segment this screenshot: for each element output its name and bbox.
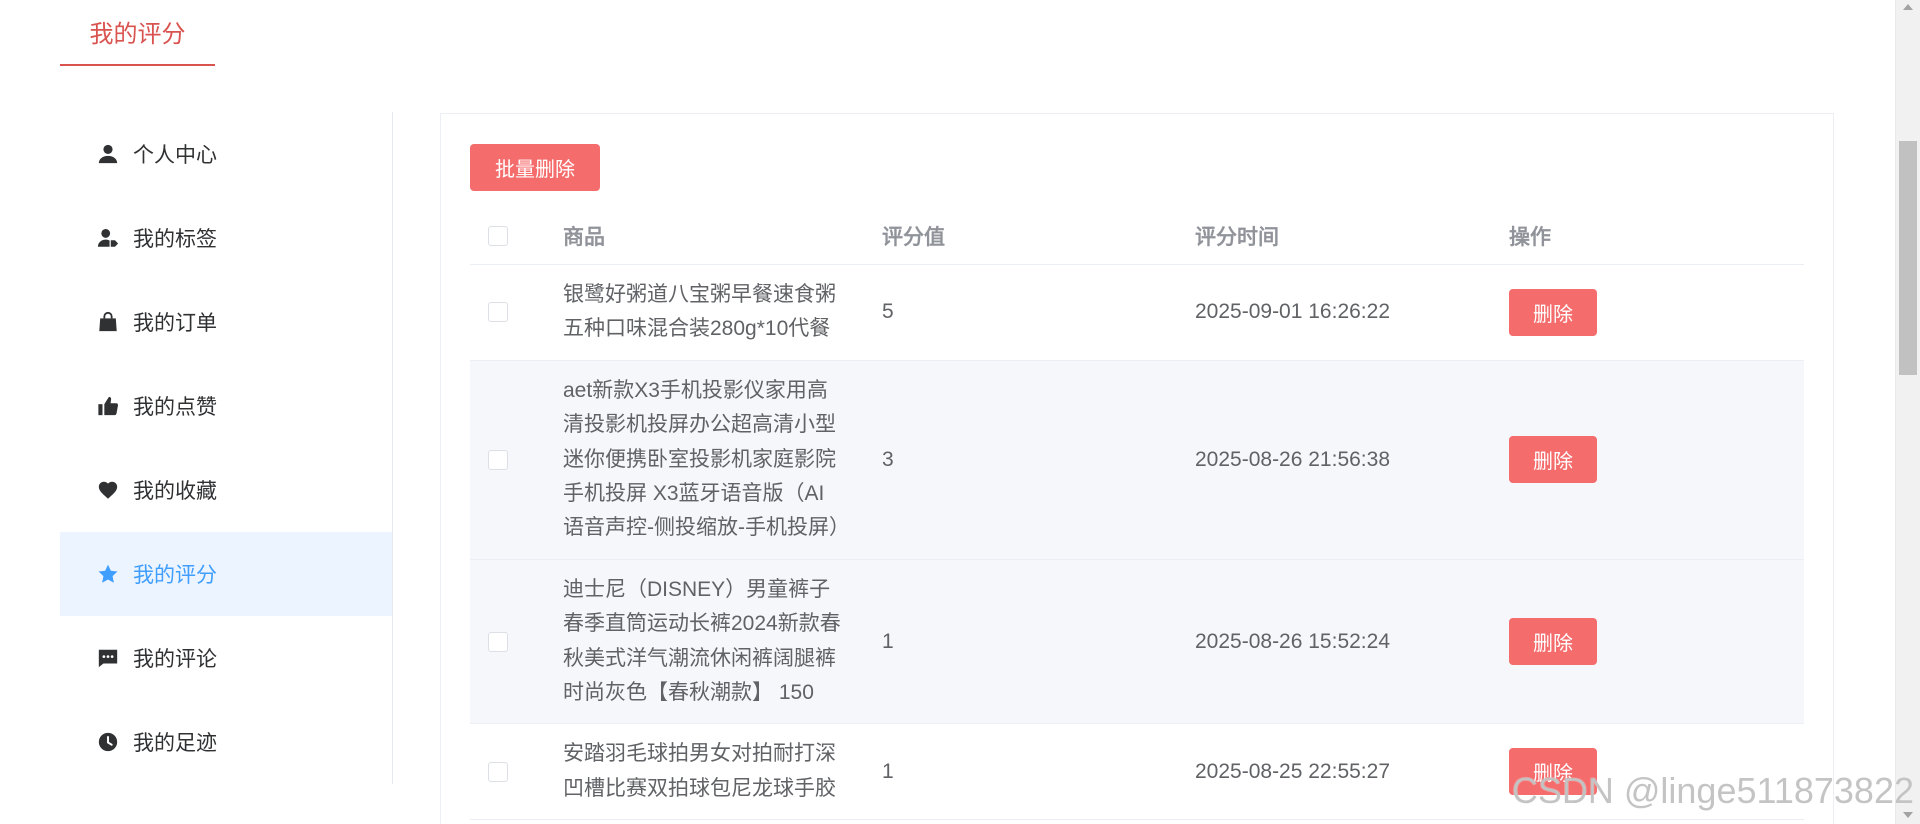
table-row: aet新款X3手机投影仪家用高清投影机投屏办公超高清小型迷你便携卧室投影机家庭影… (470, 360, 1804, 560)
batch-delete-button[interactable]: 批量删除 (470, 144, 600, 191)
user-icon (97, 143, 119, 165)
ratings-table: 商品 评分值 评分时间 操作 银鹭好粥道八宝粥早餐速食粥五种口味混合装280g*… (470, 208, 1804, 821)
delete-button[interactable]: 删除 (1509, 748, 1597, 796)
rating-time: 2025-08-26 15:52:24 (1195, 629, 1390, 653)
row-actions: 删除 (1497, 618, 1804, 666)
scroll-down-arrow-icon[interactable] (1903, 812, 1913, 818)
row-select-cell (470, 631, 550, 652)
table-row: 安踏羽毛球拍男女对拍耐打深凹槽比赛双拍球包尼龙球手胶 1 2025-08-25 … (470, 724, 1804, 821)
user-tag-icon (97, 227, 119, 249)
sidebar-item-label: 我的订单 (133, 312, 217, 335)
row-checkbox[interactable] (488, 631, 508, 652)
sidebar-item-label: 我的评分 (133, 564, 217, 587)
sidebar-item-label: 个人中心 (133, 144, 217, 167)
table-row: 银鹭好粥道八宝粥早餐速食粥五种口味混合装280g*10代餐 5 2025-09-… (470, 265, 1804, 361)
sidebar-item-orders[interactable]: 我的订单 (60, 280, 392, 364)
sidebar: 个人中心 我的标签 我的订单 我的点赞 我的收藏 我的评分 我的评论 我的足迹 (60, 112, 393, 784)
row-actions: 删除 (1497, 748, 1804, 796)
product-name: 迪士尼（DISNEY）男童裤子春季直筒运动长裤2024新款春秋美式洋气潮流休闲裤… (563, 577, 841, 705)
rating-value: 5 (882, 300, 894, 324)
thumbs-up-icon (97, 395, 119, 417)
rating-value: 1 (882, 759, 894, 783)
product-name: 安踏羽毛球拍男女对拍耐打深凹槽比赛双拍球包尼龙球手胶 (563, 742, 836, 800)
sidebar-item-tags[interactable]: 我的标签 (60, 196, 392, 280)
row-select-cell (470, 302, 550, 323)
ratings-panel: 批量删除 商品 评分值 评分时间 操作 银鹭好粥道八宝粥早餐速食粥五种口味混合装… (440, 113, 1834, 824)
rating-value: 1 (882, 629, 894, 653)
sidebar-item-label: 我的足迹 (133, 732, 217, 755)
sidebar-item-profile[interactable]: 个人中心 (60, 112, 392, 196)
vertical-scrollbar[interactable] (1895, 0, 1920, 824)
row-checkbox[interactable] (488, 449, 508, 470)
select-all-checkbox[interactable] (488, 226, 508, 246)
row-checkbox[interactable] (488, 302, 508, 323)
sidebar-item-ratings[interactable]: 我的评分 (60, 532, 392, 616)
sidebar-item-label: 我的点赞 (133, 396, 217, 419)
scroll-up-arrow-icon[interactable] (1903, 4, 1913, 10)
scrollbar-thumb[interactable] (1899, 141, 1917, 375)
table-header: 商品 评分值 评分时间 操作 (470, 208, 1804, 265)
sidebar-item-label: 我的评论 (133, 648, 217, 671)
row-actions: 删除 (1497, 436, 1804, 484)
row-checkbox[interactable] (488, 761, 508, 782)
table-body: 银鹭好粥道八宝粥早餐速食粥五种口味混合装280g*10代餐 5 2025-09-… (470, 265, 1804, 821)
row-select-cell (470, 449, 550, 470)
product-name: aet新款X3手机投影仪家用高清投影机投屏办公超高清小型迷你便携卧室投影机家庭影… (563, 378, 850, 540)
delete-button[interactable]: 删除 (1509, 288, 1597, 336)
row-select-cell (470, 761, 550, 782)
delete-button[interactable]: 删除 (1509, 436, 1597, 484)
column-header-time: 评分时间 (1195, 226, 1279, 249)
column-header-actions: 操作 (1509, 226, 1551, 249)
column-header-rating: 评分值 (882, 226, 945, 249)
sidebar-item-label: 我的收藏 (133, 480, 217, 503)
heart-icon (97, 479, 119, 501)
product-name: 银鹭好粥道八宝粥早餐速食粥五种口味混合装280g*10代餐 (563, 283, 836, 341)
rating-time: 2025-08-26 21:56:38 (1195, 447, 1390, 471)
delete-button[interactable]: 删除 (1509, 618, 1597, 666)
shopping-bag-icon (97, 311, 119, 333)
star-icon (97, 563, 119, 585)
header-select-cell (470, 226, 550, 246)
tab-my-ratings[interactable]: 我的评分 (60, 14, 215, 66)
sidebar-item-label: 我的标签 (133, 228, 217, 251)
sidebar-item-history[interactable]: 我的足迹 (60, 700, 392, 784)
column-header-product: 商品 (563, 226, 605, 249)
sidebar-item-favorites[interactable]: 我的收藏 (60, 448, 392, 532)
rating-value: 3 (882, 447, 894, 471)
rating-time: 2025-09-01 16:26:22 (1195, 300, 1390, 324)
row-actions: 删除 (1497, 288, 1804, 336)
comment-icon (97, 647, 119, 669)
table-row: 迪士尼（DISNEY）男童裤子春季直筒运动长裤2024新款春秋美式洋气潮流休闲裤… (470, 559, 1804, 725)
clock-icon (97, 731, 119, 753)
rating-time: 2025-08-25 22:55:27 (1195, 759, 1390, 783)
sidebar-item-comments[interactable]: 我的评论 (60, 616, 392, 700)
sidebar-item-likes[interactable]: 我的点赞 (60, 364, 392, 448)
